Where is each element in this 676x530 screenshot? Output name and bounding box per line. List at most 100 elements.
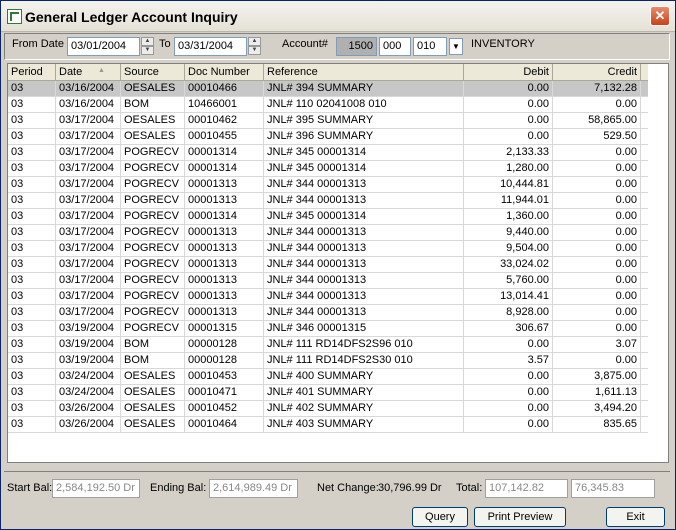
- table-row[interactable]: 03 03/24/2004 OESALES 00010453 JNL# 400 SUMM…: [8, 369, 648, 385]
- column-header-source[interactable]: Source: [121, 64, 185, 80]
- cell-reference: JNL# 110 02041008 010: [264, 97, 464, 112]
- table-row[interactable]: 03 03/17/2004 POGRECV 00001313 JNL# 344 0000…: [8, 241, 648, 257]
- total-debit-field: 107,142.82: [485, 479, 568, 498]
- cell-source: POGRECV: [121, 193, 185, 208]
- cell-period: 03: [8, 417, 56, 432]
- cell-debit: 0.00: [464, 129, 553, 144]
- from-date-input[interactable]: 03/01/2004: [67, 37, 140, 56]
- spin-down-icon[interactable]: ▼: [141, 46, 154, 55]
- cell-doc-number: 00010453: [185, 369, 264, 384]
- cell-reference: JNL# 346 00001315: [264, 321, 464, 336]
- total-credit-field: 76,345.83: [571, 479, 655, 498]
- cell-period: 03: [8, 209, 56, 224]
- to-date-input[interactable]: 03/31/2004: [174, 37, 247, 56]
- cell-credit: 1,611.13: [553, 385, 641, 400]
- table-row[interactable]: 03 03/17/2004 POGRECV 00001313 JNL# 344 0000…: [8, 305, 648, 321]
- ending-balance-label: Ending Bal:: [150, 482, 207, 494]
- cell-debit: 33,024.02: [464, 257, 553, 272]
- cell-credit: 0.00: [553, 209, 641, 224]
- table-row[interactable]: 03 03/17/2004 POGRECV 00001314 JNL# 345 0000…: [8, 161, 648, 177]
- table-row[interactable]: 03 03/26/2004 OESALES 00010452 JNL# 402 SUMM…: [8, 401, 648, 417]
- cell-reference: JNL# 403 SUMMARY: [264, 417, 464, 432]
- grid-header: Period Date ▲ Source Doc Number Reference Debi…: [8, 64, 648, 81]
- cell-date: 03/17/2004: [56, 209, 121, 224]
- net-change-label: Net Change:: [317, 482, 379, 494]
- column-header-date[interactable]: Date: [56, 64, 121, 80]
- table-row[interactable]: 03 03/19/2004 BOM 00000128 JNL# 111 RD14DFS2…: [8, 353, 648, 369]
- table-row[interactable]: 03 03/17/2004 POGRECV 00001313 JNL# 344 0000…: [8, 177, 648, 193]
- cell-period: 03: [8, 321, 56, 336]
- cell-credit: 0.00: [553, 273, 641, 288]
- cell-date: 03/16/2004: [56, 81, 121, 96]
- column-header-reference[interactable]: Reference: [264, 64, 464, 80]
- column-header-period[interactable]: Period: [8, 64, 56, 80]
- cell-reference: JNL# 344 00001313: [264, 305, 464, 320]
- cell-reference: JNL# 345 00001314: [264, 145, 464, 160]
- cell-source: POGRECV: [121, 257, 185, 272]
- cell-period: 03: [8, 353, 56, 368]
- table-row[interactable]: 03 03/17/2004 POGRECV 00001314 JNL# 345 0000…: [8, 209, 648, 225]
- table-row[interactable]: 03 03/16/2004 BOM 10466001 JNL# 110 02041008…: [8, 97, 648, 113]
- cell-doc-number: 00001313: [185, 305, 264, 320]
- cell-period: 03: [8, 145, 56, 160]
- table-row[interactable]: 03 03/24/2004 OESALES 00010471 JNL# 401 SUMM…: [8, 385, 648, 401]
- table-row[interactable]: 03 03/17/2004 POGRECV 00001314 JNL# 345 0000…: [8, 145, 648, 161]
- dropdown-arrow-icon: ▼: [452, 42, 460, 51]
- cell-debit: 10,444.81: [464, 177, 553, 192]
- cell-debit: 11,944.01: [464, 193, 553, 208]
- spin-up-icon[interactable]: ▲: [248, 37, 261, 46]
- close-button[interactable]: ✕: [650, 6, 670, 26]
- table-row[interactable]: 03 03/17/2004 POGRECV 00001313 JNL# 344 0000…: [8, 193, 648, 209]
- gl-inquiry-window: General Ledger Account Inquiry ✕ From Da…: [0, 0, 676, 530]
- table-row[interactable]: 03 03/19/2004 BOM 00000128 JNL# 111 RD14DFS2…: [8, 337, 648, 353]
- cell-reference: JNL# 345 00001314: [264, 209, 464, 224]
- ending-balance-field: 2,614,989.49 Dr: [209, 479, 298, 498]
- spin-up-icon[interactable]: ▲: [141, 37, 154, 46]
- cell-date: 03/17/2004: [56, 161, 121, 176]
- cell-credit: 0.00: [553, 289, 641, 304]
- table-row[interactable]: 03 03/26/2004 OESALES 00010464 JNL# 403 SUMM…: [8, 417, 648, 433]
- account-division-input[interactable]: 010: [413, 37, 447, 56]
- table-row[interactable]: 03 03/19/2004 POGRECV 00001315 JNL# 346 0000…: [8, 321, 648, 337]
- cell-debit: 3.57: [464, 353, 553, 368]
- cell-period: 03: [8, 273, 56, 288]
- cell-period: 03: [8, 129, 56, 144]
- column-header-credit[interactable]: Credit: [553, 64, 641, 80]
- exit-button[interactable]: Exit: [606, 507, 665, 527]
- cell-doc-number: 00001314: [185, 161, 264, 176]
- account-sub-input[interactable]: 000: [379, 37, 411, 56]
- table-row[interactable]: 03 03/17/2004 POGRECV 00001313 JNL# 344 0000…: [8, 289, 648, 305]
- cell-credit: 0.00: [553, 177, 641, 192]
- transactions-grid[interactable]: Period Date ▲ Source Doc Number Reference Debi…: [7, 63, 669, 463]
- cell-period: 03: [8, 289, 56, 304]
- table-row[interactable]: 03 03/17/2004 POGRECV 00001313 JNL# 344 0000…: [8, 273, 648, 289]
- cell-date: 03/17/2004: [56, 129, 121, 144]
- to-date-spinner[interactable]: ▲ ▼: [248, 37, 261, 56]
- cell-doc-number: 00010462: [185, 113, 264, 128]
- cell-source: BOM: [121, 337, 185, 352]
- table-row[interactable]: 03 03/16/2004 OESALES 00010466 JNL# 394 SUMM…: [8, 81, 648, 97]
- spin-down-icon[interactable]: ▼: [248, 46, 261, 55]
- query-button[interactable]: Query: [412, 507, 468, 527]
- column-header-debit[interactable]: Debit: [464, 64, 553, 80]
- cell-credit: 0.00: [553, 257, 641, 272]
- table-row[interactable]: 03 03/17/2004 POGRECV 00001313 JNL# 344 0000…: [8, 257, 648, 273]
- from-date-label: From Date: [12, 38, 64, 50]
- account-dropdown-button[interactable]: ▼: [449, 38, 463, 55]
- cell-debit: 0.00: [464, 369, 553, 384]
- table-row[interactable]: 03 03/17/2004 POGRECV 00001313 JNL# 344 0000…: [8, 225, 648, 241]
- cell-period: 03: [8, 161, 56, 176]
- table-row[interactable]: 03 03/17/2004 OESALES 00010455 JNL# 396 SUMM…: [8, 129, 648, 145]
- table-row[interactable]: 03 03/17/2004 OESALES 00010462 JNL# 395 SUMM…: [8, 113, 648, 129]
- column-header-doc-number[interactable]: Doc Number: [185, 64, 264, 80]
- account-label: Account#: [282, 38, 328, 50]
- cell-reference: JNL# 400 SUMMARY: [264, 369, 464, 384]
- print-preview-button[interactable]: Print Preview: [474, 507, 566, 527]
- sort-ascending-icon: ▲: [98, 67, 105, 74]
- cell-debit: 0.00: [464, 401, 553, 416]
- from-date-spinner[interactable]: ▲ ▼: [141, 37, 154, 56]
- cell-reference: JNL# 111 RD14DFS2S30 010: [264, 353, 464, 368]
- cell-period: 03: [8, 385, 56, 400]
- cell-source: POGRECV: [121, 161, 185, 176]
- account-main-input[interactable]: 1500: [336, 37, 377, 56]
